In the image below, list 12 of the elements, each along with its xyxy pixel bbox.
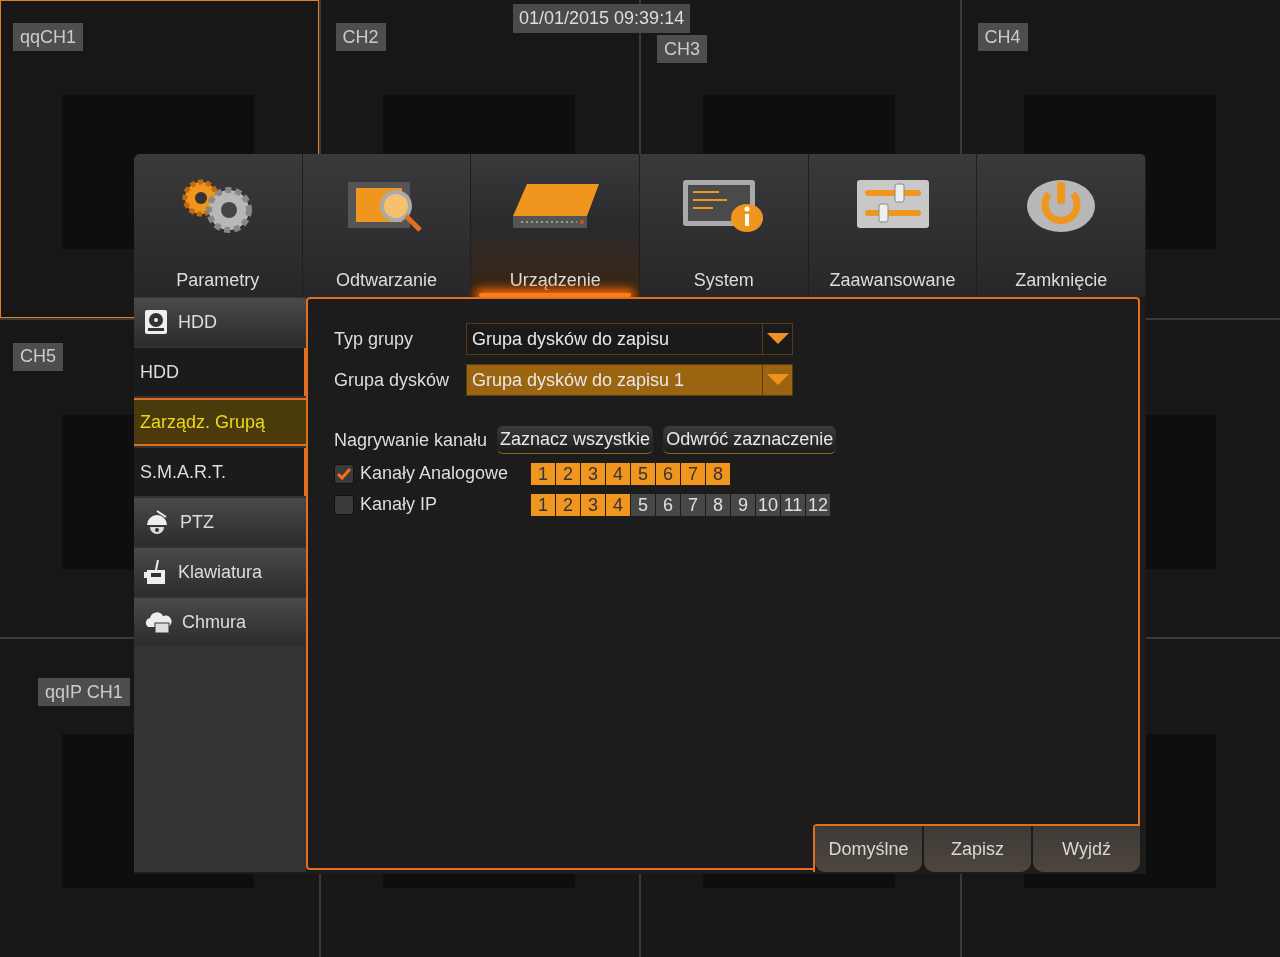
checkbox-label: Kanały Analogowe <box>360 462 510 485</box>
checkbox-label: Kanały IP <box>360 493 439 516</box>
timestamp-overlay: 01/01/2015 09:39:14 <box>513 4 691 33</box>
channel-label: qqIP CH1 <box>38 678 130 707</box>
channel-label: CH4 <box>977 23 1028 51</box>
section-label: Nagrywanie kanału <box>334 428 488 452</box>
channel-label: CH5 <box>13 342 63 371</box>
field-label: Typ grupy <box>334 327 415 351</box>
channel-label: CH3 <box>657 35 707 63</box>
field-label: Grupa dysków <box>334 368 451 392</box>
channel-label: qqCH1 <box>13 23 84 51</box>
channel-label: CH2 <box>335 23 386 51</box>
